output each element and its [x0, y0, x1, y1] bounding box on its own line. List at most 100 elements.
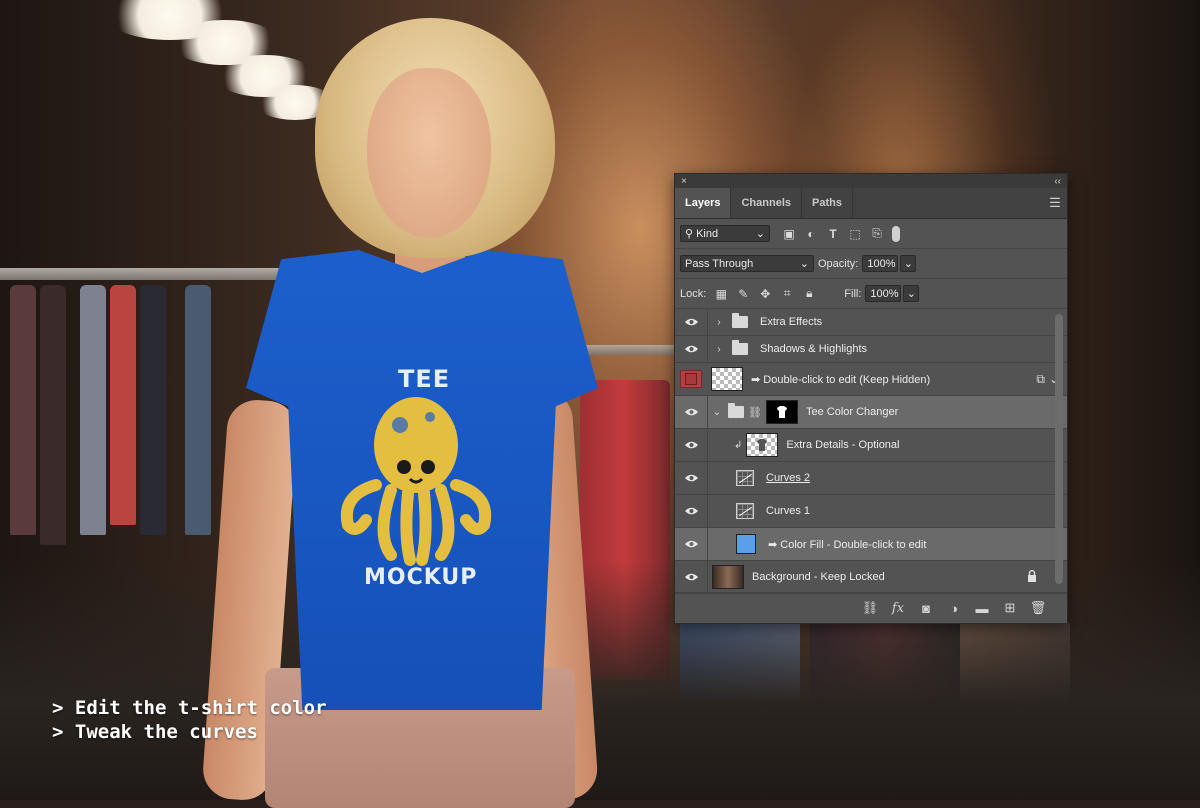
- trash-icon[interactable]: 🗑︎: [1029, 599, 1047, 617]
- link-layers-icon[interactable]: ⛓: [861, 599, 879, 617]
- fill-dropdown[interactable]: ⌄: [903, 285, 920, 302]
- layer-curves-2[interactable]: Curves 2: [675, 462, 1067, 495]
- kind-filter-select[interactable]: ⚲ Kind ⌄: [680, 225, 770, 242]
- panel-titlebar: × ‹‹: [675, 174, 1067, 188]
- adjustment-filter-icon[interactable]: ◐: [800, 225, 822, 243]
- visibility-eye-icon[interactable]: [675, 561, 708, 593]
- folder-icon: [728, 403, 744, 418]
- layer-background[interactable]: Background - Keep Locked: [675, 561, 1067, 594]
- layer-name: Extra Details - Optional: [786, 439, 900, 451]
- visibility-off-toggle[interactable]: [675, 363, 707, 395]
- collapse-icon[interactable]: ‹‹: [1054, 176, 1061, 187]
- visibility-eye-icon[interactable]: [675, 396, 708, 428]
- layer-name: Tee Color Changer: [805, 406, 899, 418]
- visibility-eye-icon[interactable]: [675, 309, 708, 335]
- layer-name: ➡ Double-click to edit (Keep Hidden): [751, 373, 931, 386]
- filter-row: ⚲ Kind ⌄ ▣ ◐ T ⬚ ⎘: [675, 219, 1067, 249]
- caption-line-1: > Edit the t-shirt color: [52, 697, 327, 719]
- chevron-down-icon: ⌄: [906, 288, 917, 300]
- layer-curves-1[interactable]: Curves 1: [675, 495, 1067, 528]
- blend-mode-select[interactable]: Pass Through ⌄: [680, 255, 814, 272]
- new-adjustment-icon[interactable]: ◑: [945, 599, 963, 617]
- background-thumbnail: [712, 565, 744, 589]
- clipping-arrow-icon: ↲: [734, 439, 743, 451]
- layer-name: Shadows & Highlights: [760, 343, 868, 355]
- fill-label: Fill:: [844, 287, 862, 300]
- panel-tabs: Layers Channels Paths ☰: [675, 188, 1067, 219]
- caption: > Edit the t-shirt color > Tweak the curv…: [52, 696, 327, 744]
- layer-name: ➡ Color Fill - Double-click to edit: [768, 538, 927, 551]
- collapse-chevron-icon[interactable]: ⌄: [710, 407, 724, 418]
- tab-layers[interactable]: Layers: [675, 188, 732, 218]
- layers-scrollbar[interactable]: [1055, 314, 1063, 584]
- octopus-graphic: [340, 397, 492, 566]
- pixel-filter-icon[interactable]: ▣: [778, 225, 800, 243]
- lock-row: Lock: ▦ ✎ ✥ ⌗ 🔒︎ Fill: 100% ⌄: [675, 279, 1067, 309]
- fill-value: 100%: [870, 287, 899, 300]
- chevron-down-icon: ⌄: [755, 228, 765, 240]
- lock-position-icon[interactable]: ✥: [754, 285, 776, 303]
- folder-icon: [732, 313, 748, 328]
- close-icon[interactable]: ×: [681, 176, 687, 187]
- layer-extra-details[interactable]: ↲ Extra Details - Optional: [675, 429, 1067, 462]
- visibility-eye-icon[interactable]: [675, 429, 708, 461]
- layers-list: › Extra Effects › Shadows & Highlights ➡…: [675, 309, 1067, 594]
- shirt-print-bottom: MOCKUP: [364, 565, 478, 590]
- folder-icon: [732, 340, 748, 355]
- expand-chevron-icon[interactable]: ›: [712, 344, 726, 355]
- new-group-icon[interactable]: ▬: [973, 599, 991, 617]
- smart-object-filter-icon[interactable]: ⎘: [866, 225, 888, 243]
- fx-icon[interactable]: fx: [889, 599, 907, 617]
- layer-extra-effects[interactable]: › Extra Effects: [675, 309, 1067, 336]
- hidden-layer-marker: [680, 370, 702, 388]
- expand-chevron-icon[interactable]: ›: [712, 317, 726, 328]
- layer-name: Extra Effects: [760, 316, 823, 328]
- layer-color-fill[interactable]: ➡ Color Fill - Double-click to edit: [675, 528, 1067, 561]
- link-chain-icon[interactable]: ⛓: [748, 406, 762, 419]
- lock-icon: [1027, 569, 1037, 585]
- opacity-input[interactable]: 100%: [862, 255, 899, 272]
- opacity-dropdown[interactable]: ⌄: [900, 255, 917, 272]
- layer-name: Curves 1: [766, 505, 811, 517]
- panel-menu-icon[interactable]: ☰: [1043, 188, 1067, 218]
- blend-row: Pass Through ⌄ Opacity: 100% ⌄: [675, 249, 1067, 279]
- visibility-eye-icon[interactable]: [675, 462, 708, 494]
- kind-filter-label: Kind: [696, 227, 719, 240]
- shirt-print-top: TEE: [398, 365, 451, 393]
- filter-toggle[interactable]: [892, 225, 900, 242]
- fill-input[interactable]: 100%: [865, 285, 902, 302]
- type-filter-icon[interactable]: T: [822, 225, 844, 243]
- face: [367, 68, 491, 238]
- fill-color-swatch[interactable]: [736, 534, 756, 554]
- layers-panel: × ‹‹ Layers Channels Paths ☰ ⚲ Kind ⌄ ▣ …: [674, 173, 1068, 624]
- layer-name: Curves 2: [766, 472, 811, 484]
- visibility-eye-icon[interactable]: [675, 528, 708, 560]
- visibility-eye-icon[interactable]: [675, 336, 708, 362]
- layer-shadows-highlights[interactable]: › Shadows & Highlights: [675, 336, 1067, 363]
- shape-filter-icon[interactable]: ⬚: [844, 225, 866, 243]
- layer-mask-thumbnail[interactable]: [765, 400, 798, 424]
- caption-line-2: > Tweak the curves: [52, 721, 258, 743]
- add-mask-icon[interactable]: ◙: [917, 599, 935, 617]
- opacity-value: 100%: [867, 257, 896, 270]
- tab-channels[interactable]: Channels: [731, 188, 802, 218]
- lock-image-icon[interactable]: ✎: [732, 285, 754, 303]
- lock-transparent-icon[interactable]: ▦: [710, 285, 732, 303]
- blend-mode-value: Pass Through: [685, 257, 754, 270]
- curves-icon[interactable]: [736, 470, 754, 486]
- layer-thumbnail: [746, 433, 779, 457]
- lock-label: Lock:: [680, 287, 707, 300]
- chevron-down-icon: ⌄: [799, 258, 809, 270]
- smart-object-link-icon: ⧉: [1036, 371, 1045, 386]
- visibility-eye-icon[interactable]: [675, 495, 708, 527]
- lock-artboard-icon[interactable]: ⌗: [776, 285, 798, 303]
- chevron-down-icon: ⌄: [903, 258, 913, 270]
- layer-smart-object-hidden[interactable]: ➡ Double-click to edit (Keep Hidden) ⧉ ⌄: [675, 363, 1067, 396]
- layer-tee-color-changer[interactable]: ⌄ ⛓ Tee Color Changer: [675, 396, 1067, 429]
- tab-paths[interactable]: Paths: [802, 188, 853, 218]
- smart-object-thumbnail: [711, 367, 743, 391]
- layer-name: Background - Keep Locked: [752, 571, 885, 583]
- curves-icon[interactable]: [736, 503, 754, 519]
- new-layer-icon[interactable]: ⊞: [1001, 599, 1019, 617]
- lock-all-icon[interactable]: 🔒︎: [798, 285, 820, 303]
